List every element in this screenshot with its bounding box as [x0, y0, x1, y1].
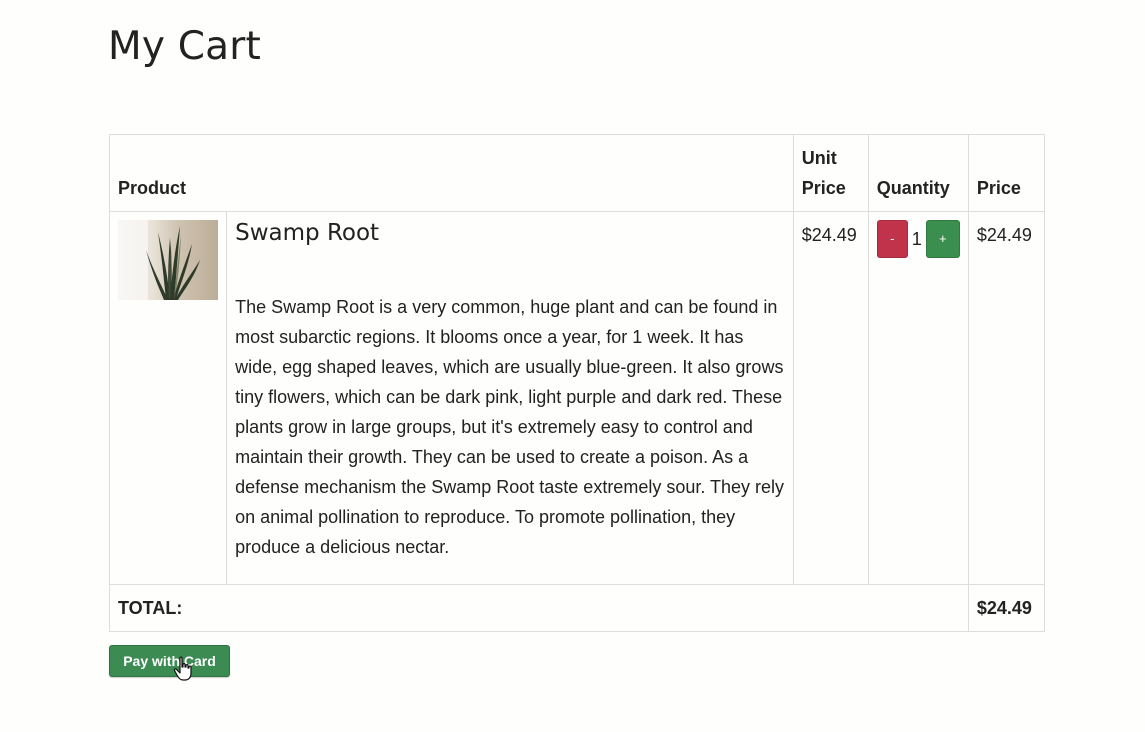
pay-with-card-button[interactable]: Pay with Card	[109, 645, 230, 677]
increment-button[interactable]: +	[925, 220, 960, 258]
table-header-row: Product Unit Price Quantity Price	[109, 134, 1046, 212]
product-image-cell	[108, 211, 228, 585]
price-cell: $24.49	[967, 211, 1046, 585]
header-unit-price: Unit Price	[792, 134, 869, 212]
product-name: Swamp Root	[235, 220, 380, 246]
header-product: Product	[109, 134, 794, 212]
unit-price-cell: $24.49	[792, 211, 869, 585]
quantity-cell: - 1 +	[867, 211, 969, 585]
total-row: TOTAL: $24.49	[109, 584, 1046, 632]
product-info-cell: Swamp Root The Swamp Root is a very comm…	[226, 211, 794, 585]
header-quantity: Quantity	[867, 134, 969, 212]
decrement-button[interactable]: -	[876, 220, 908, 258]
product-image	[118, 220, 218, 300]
page-title: My Cart	[108, 24, 261, 69]
product-description: The Swamp Root is a very common, huge pl…	[235, 297, 785, 557]
total-value: $24.49	[967, 584, 1046, 632]
cart-page: My Cart Product Unit Price Quantity Pric…	[0, 0, 1145, 732]
hand-pointer-icon	[173, 656, 192, 681]
cart-table: Product Unit Price Quantity Price Swamp …	[108, 134, 1046, 632]
header-price: Price	[967, 134, 1046, 212]
table-row: Swamp Root The Swamp Root is a very comm…	[108, 211, 1046, 585]
total-label: TOTAL:	[109, 584, 969, 632]
quantity-value: 1	[911, 229, 922, 249]
quantity-stepper: - 1 +	[876, 220, 960, 258]
